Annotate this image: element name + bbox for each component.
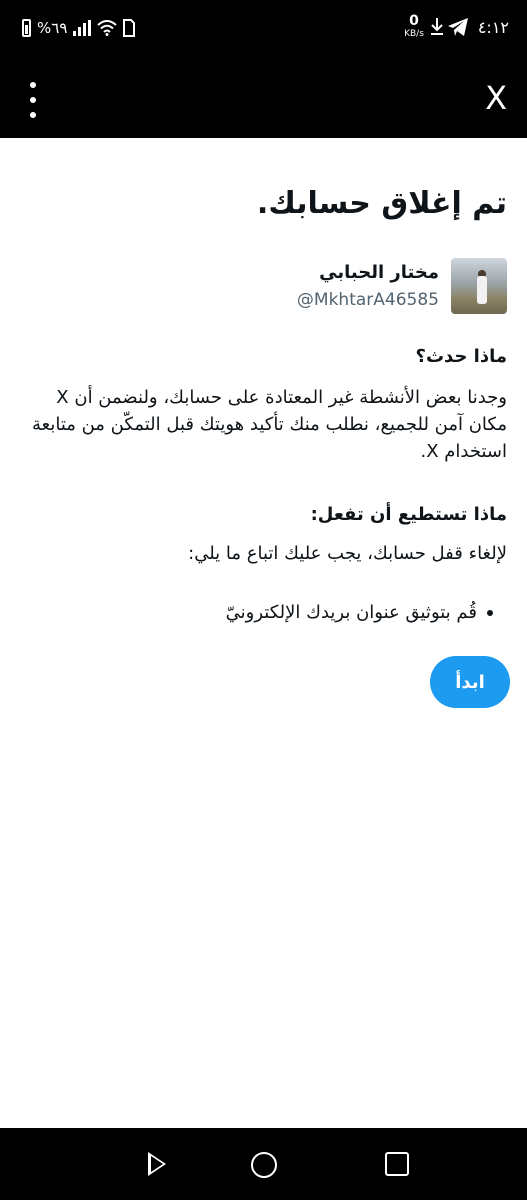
close-icon[interactable]: X	[485, 78, 507, 118]
telegram-icon	[448, 18, 468, 36]
top-bar: X	[0, 60, 527, 138]
more-vertical-icon[interactable]	[18, 82, 48, 118]
status-bar: %٦٩ 0 KB/s ٤:١٢	[0, 0, 527, 60]
bullet-icon	[487, 610, 493, 616]
nav-bar	[0, 1128, 527, 1200]
wifi-icon	[97, 20, 118, 36]
network-speed-value: 0	[409, 13, 419, 29]
download-icon	[431, 18, 443, 35]
user-name: مختار الحبابي	[319, 262, 439, 283]
home-icon[interactable]	[251, 1152, 277, 1178]
battery-percent: %٦٩	[37, 19, 68, 37]
what-happened-text: وجدنا بعض الأنشطة غير المعتادة على حسابك…	[31, 387, 507, 462]
step-label: قُم بتوثيق عنوان بريدك الإلكترونيّ	[225, 602, 477, 623]
signal-icon	[73, 20, 92, 36]
avatar	[451, 258, 507, 314]
recents-icon[interactable]	[385, 1152, 409, 1176]
locked-account-page: تم إغلاق حسابك. مختار الحبابي @MkhtarA46…	[0, 138, 527, 1128]
sim-icon	[123, 19, 136, 37]
what-to-do-heading: ماذا تستطيع أن تفعل:	[310, 504, 507, 525]
back-icon[interactable]	[148, 1152, 166, 1176]
status-left: %٦٩	[22, 16, 136, 40]
what-happened-heading: ماذا حدث؟	[415, 346, 507, 367]
what-to-do-text: لإلغاء قفل حسابك، يجب عليك اتباع ما يلي:	[188, 543, 507, 564]
network-speed: 0 KB/s	[397, 14, 431, 39]
page-title: تم إغلاق حسابك.	[256, 186, 507, 221]
list-item: قُم بتوثيق عنوان بريدك الإلكترونيّ	[226, 602, 493, 623]
battery-icon	[22, 19, 31, 37]
user-handle: @MkhtarA46585	[296, 290, 439, 310]
start-button[interactable]: ابدأ	[430, 656, 510, 708]
network-speed-unit: KB/s	[404, 29, 424, 39]
clock: ٤:١٢	[477, 18, 509, 37]
